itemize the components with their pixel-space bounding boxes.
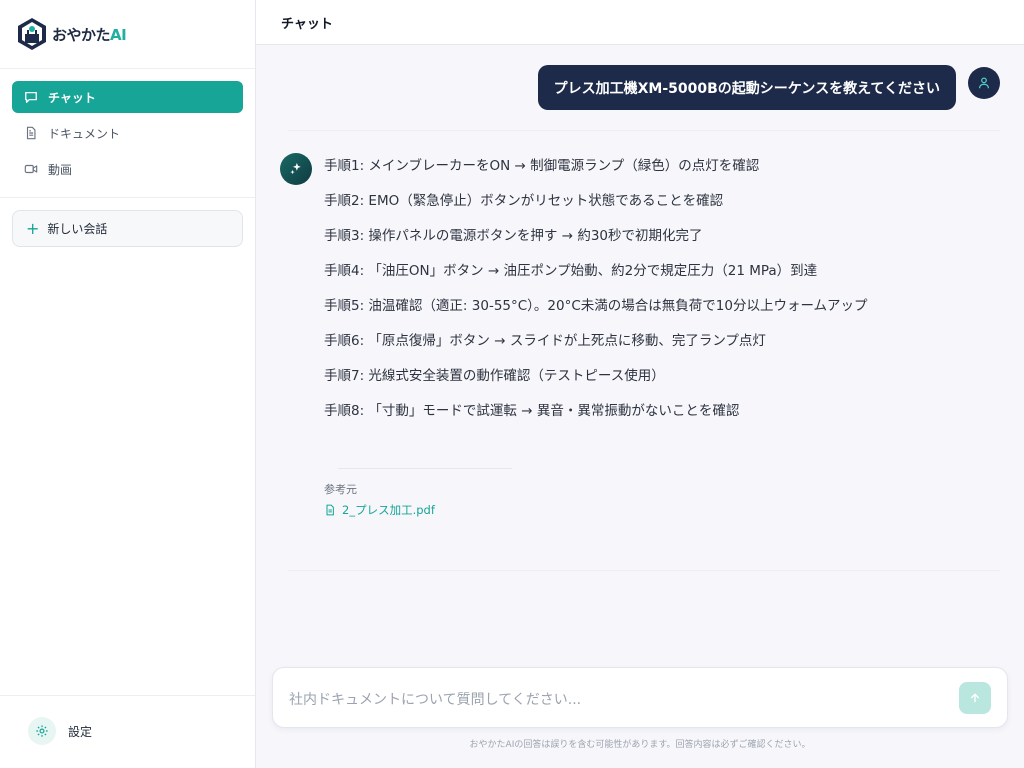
user-message-text: プレス加工機XM-5000Bの起動シーケンスを教えてください bbox=[553, 80, 940, 97]
assistant-step: 手順4: 「油圧ON」ボタン → 油圧ポンプ始動、約2分で規定圧力（21 MPa… bbox=[324, 263, 818, 279]
logo-text: おやかたAI bbox=[52, 24, 127, 45]
chat-input[interactable] bbox=[289, 688, 929, 712]
logo-mark-icon bbox=[18, 18, 46, 50]
sidebar-item-documents[interactable]: ドキュメント bbox=[12, 117, 243, 149]
assistant-step: 手順6: 「原点復帰」ボタン → スライドが上死点に移動、完了ランプ点灯 bbox=[324, 333, 766, 349]
sidebar: おやかたAI チャット ドキュメント 動画 + 新しい会話 設定 bbox=[0, 0, 256, 768]
reference-divider bbox=[338, 468, 512, 469]
page-title: チャット bbox=[281, 16, 333, 32]
sidebar-item-label: ドキュメント bbox=[48, 126, 121, 141]
user-message: プレス加工機XM-5000Bの起動シーケンスを教えてください bbox=[537, 65, 956, 110]
assistant-step: 手順2: EMO（緊急停止）ボタンがリセット状態であることを確認 bbox=[324, 193, 724, 209]
logo-text-accent: AI bbox=[110, 25, 127, 44]
video-icon bbox=[24, 164, 38, 174]
file-icon bbox=[326, 504, 334, 516]
reference-file-name: 2_プレス加工.pdf bbox=[342, 503, 435, 517]
send-button[interactable] bbox=[959, 682, 991, 714]
assistant-step: 手順1: メインブレーカーをON → 制御電源ランプ（緑色）の点灯を確認 bbox=[324, 158, 760, 174]
plus-icon: + bbox=[26, 218, 40, 238]
message-divider bbox=[288, 130, 1000, 131]
arrow-up-icon bbox=[970, 693, 980, 703]
sidebar-divider bbox=[0, 197, 255, 198]
composer bbox=[272, 667, 1008, 728]
user-avatar bbox=[968, 67, 1000, 99]
gear-icon bbox=[36, 725, 48, 737]
reference-link[interactable]: 2_プレス加工.pdf bbox=[324, 502, 435, 518]
settings-button[interactable]: 設定 bbox=[28, 717, 92, 745]
reference-label: 参考元 bbox=[324, 483, 357, 496]
chat-icon bbox=[25, 91, 37, 103]
message-divider bbox=[288, 570, 1000, 571]
settings-icon-wrap bbox=[28, 717, 56, 745]
sidebar-divider bbox=[0, 68, 255, 69]
logo-text-main: おやかた bbox=[52, 25, 111, 44]
assistant-message: 手順1: メインブレーカーをON → 制御電源ランプ（緑色）の点灯を確認 手順2… bbox=[324, 153, 894, 433]
new-chat-label: 新しい会話 bbox=[47, 222, 108, 236]
sidebar-item-video[interactable]: 動画 bbox=[12, 153, 243, 185]
document-icon bbox=[26, 126, 36, 140]
disclaimer-text: おやかたAIの回答は誤りを含む可能性があります。回答内容は必ずご確認ください。 bbox=[469, 740, 811, 750]
sidebar-item-chat[interactable]: チャット bbox=[12, 81, 243, 113]
sidebar-divider bbox=[0, 695, 255, 696]
assistant-step: 手順7: 光線式安全装置の動作確認（テストピース使用） bbox=[324, 368, 665, 384]
assistant-step: 手順3: 操作パネルの電源ボタンを押す → 約30秒で初期化完了 bbox=[324, 228, 703, 244]
settings-label: 設定 bbox=[68, 724, 93, 739]
sidebar-item-label: チャット bbox=[48, 90, 96, 105]
assistant-step: 手順8: 「寸動」モードで試運転 → 異音・異常振動がないことを確認 bbox=[324, 403, 740, 419]
sidebar-item-label: 動画 bbox=[48, 162, 73, 177]
user-icon bbox=[979, 77, 989, 89]
new-chat-button[interactable]: + 新しい会話 bbox=[12, 210, 243, 247]
page-header: チャット bbox=[256, 0, 1024, 45]
sidebar-nav: チャット ドキュメント 動画 bbox=[12, 81, 243, 189]
assistant-avatar bbox=[280, 153, 312, 185]
sparkle-icon bbox=[290, 162, 301, 175]
app-logo[interactable]: おやかたAI bbox=[16, 16, 127, 52]
assistant-step: 手順5: 油温確認（適正: 30-55°C）。20°C未満の場合は無負荷で10分… bbox=[324, 298, 868, 314]
chat-area: プレス加工機XM-5000Bの起動シーケンスを教えてください 手順1: メインブ… bbox=[256, 45, 1024, 768]
